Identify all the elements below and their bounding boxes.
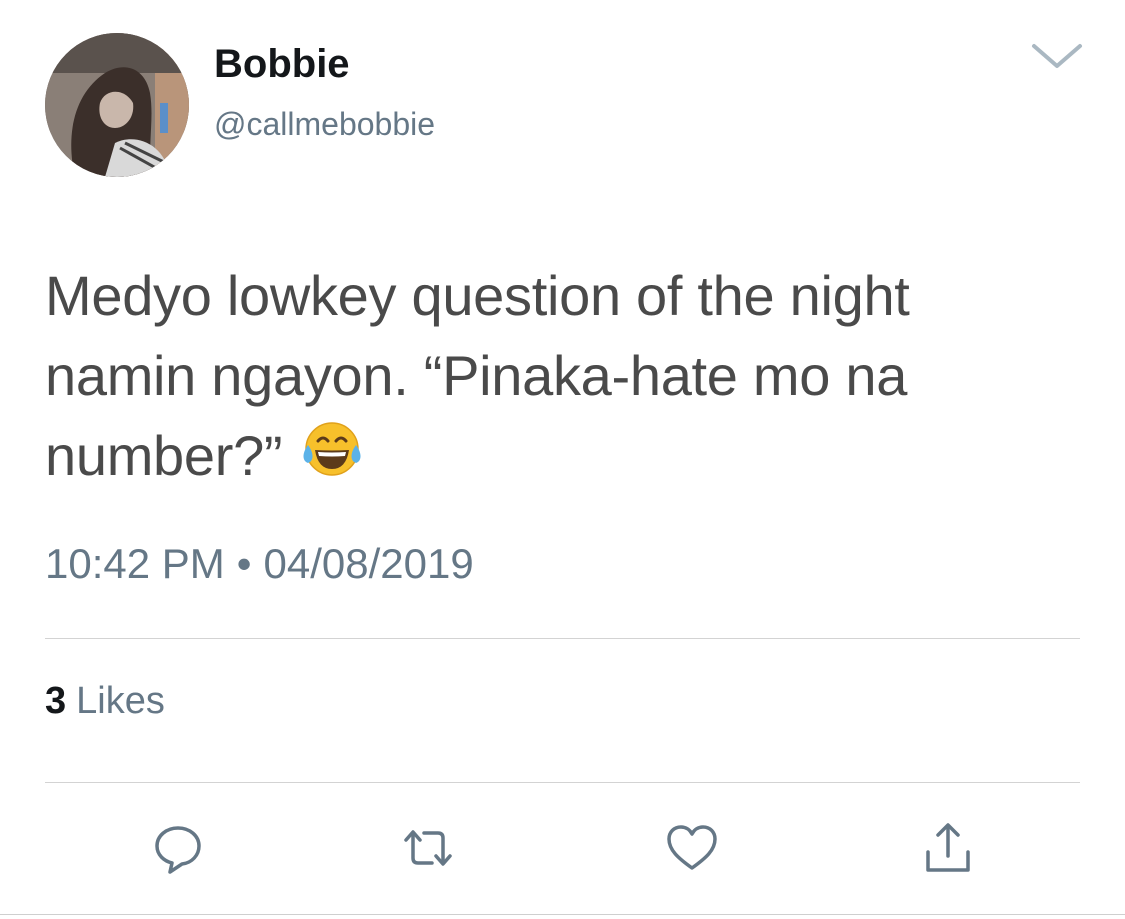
face-with-tears-of-joy-emoji bbox=[300, 417, 364, 481]
tweet-timestamp[interactable]: 10:42 PM • 04/08/2019 bbox=[45, 536, 474, 592]
likes-count: 3 bbox=[45, 680, 67, 722]
divider bbox=[45, 638, 1080, 639]
divider bbox=[45, 782, 1080, 783]
share-icon[interactable] bbox=[920, 820, 976, 876]
tweet-text-line: number?” bbox=[45, 424, 283, 487]
tweet-text-line: namin ngayon. “Pinaka-hate mo na bbox=[45, 344, 908, 407]
chevron-down-icon[interactable] bbox=[1030, 40, 1084, 72]
display-name[interactable]: Bobbie bbox=[214, 40, 350, 88]
likes-label: Likes bbox=[76, 680, 165, 722]
avatar-photo bbox=[45, 33, 189, 177]
separator-dot: • bbox=[236, 540, 252, 587]
tweet-time: 10:42 PM bbox=[45, 540, 225, 587]
avatar[interactable] bbox=[45, 33, 189, 177]
tweet-text-line-last: number?” bbox=[45, 416, 1085, 496]
reply-icon[interactable] bbox=[150, 820, 206, 876]
tweet-date: 04/08/2019 bbox=[263, 540, 474, 587]
user-handle[interactable]: @callmebobbie bbox=[214, 104, 435, 144]
likes-summary[interactable]: 3 Likes bbox=[45, 678, 165, 724]
heart-icon[interactable] bbox=[664, 820, 720, 876]
bottom-border bbox=[0, 914, 1125, 915]
tweet-text: Medyo lowkey question of the night namin… bbox=[45, 256, 1085, 496]
retweet-icon[interactable] bbox=[400, 820, 456, 876]
tweet-text-line: Medyo lowkey question of the night bbox=[45, 264, 910, 327]
